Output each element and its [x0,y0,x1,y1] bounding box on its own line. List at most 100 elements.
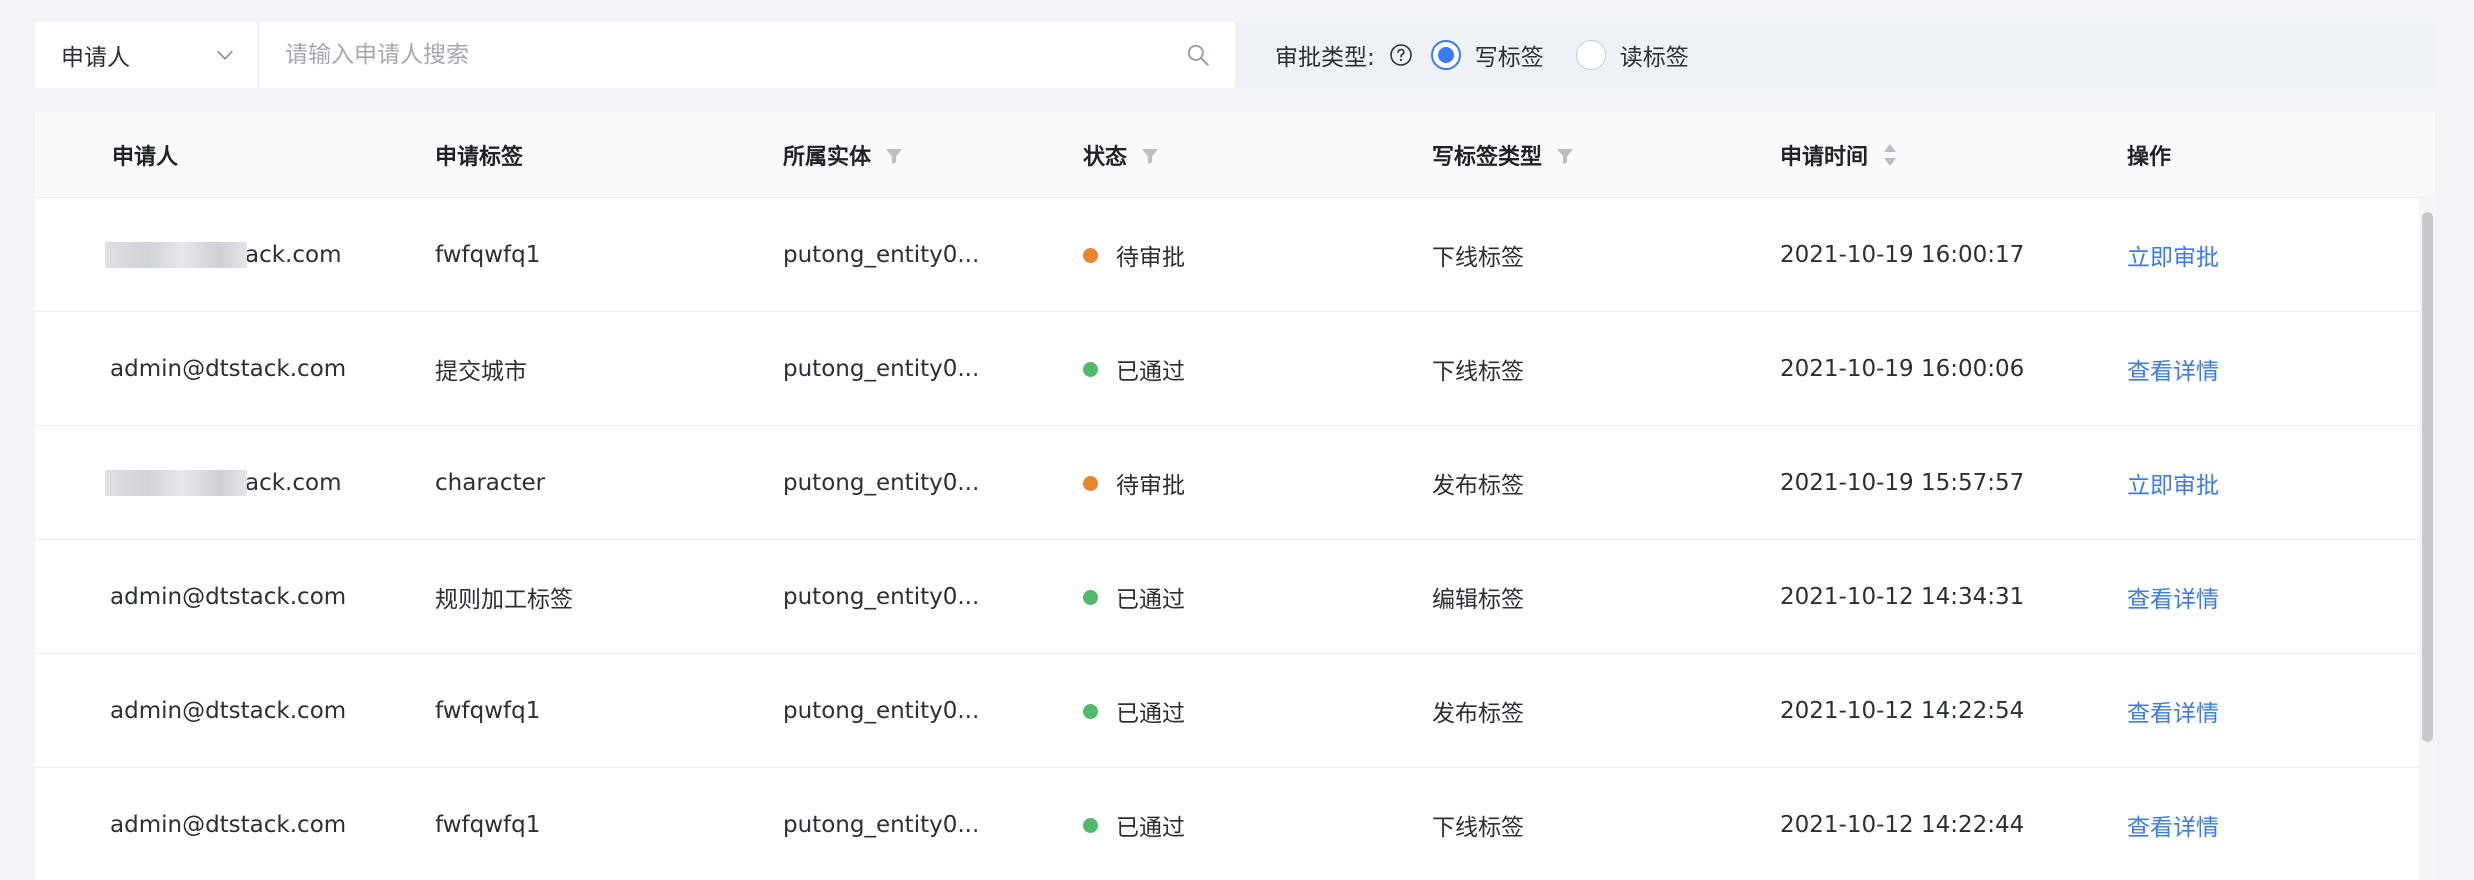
radio-write-tag-label: 写标签 [1474,45,1544,71]
cell-action: 查看详情 [2127,540,2219,654]
cell-tag-text: fwfqwfq1 [435,812,541,838]
search-icon[interactable] [1185,42,1211,68]
cell-entity-text: putong_entity0... [783,584,980,610]
cell-applicant-text: admin@dtstack.com [110,584,347,610]
status-dot [1083,475,1098,491]
status-dot [1083,817,1098,833]
cell-tag-text: 规则加工标签 [435,587,573,613]
status-badge: 待审批 [1116,245,1185,271]
filter-bar: 申请人 审批类型: 写标签 读标签 [35,22,2435,88]
view-details-link[interactable]: 查看详情 [2127,694,2219,728]
table-header: 申请人 申请标签 所属实体 状态 写标签类型 申请时间 操作 [35,112,2435,198]
cell-time: 2021-10-12 14:22:54 [1780,654,2024,768]
cell-write-type: 发布标签 [1432,426,1524,540]
cell-tag: 提交城市 [435,312,527,426]
cell-tag-text: fwfqwfq1 [435,698,541,724]
cell-write-type-text: 发布标签 [1432,473,1524,499]
status-badge: 待审批 [1116,473,1185,499]
column-header-entity: 所属实体 [783,112,903,198]
column-header-label: 申请标签 [435,145,524,170]
cell-tag: 规则加工标签 [435,540,573,654]
cell-tag-text: character [435,470,546,496]
column-header-label: 操作 [2127,145,2172,170]
cell-action: 查看详情 [2127,654,2219,768]
cell-time: 2021-10-12 14:34:31 [1780,540,2024,654]
sort-caret-icon[interactable] [1882,142,1898,168]
cell-tag-text: fwfqwfq1 [435,242,541,268]
approve-now-link[interactable]: 立即审批 [2127,238,2219,272]
cell-write-type-text: 发布标签 [1432,701,1524,727]
cell-status: 已通过 [1083,768,1185,880]
funnel-icon[interactable] [1141,146,1159,164]
column-header-label: 所属实体 [783,145,872,170]
cell-write-type: 下线标签 [1432,312,1524,426]
cell-applicant: ack.com [105,198,342,312]
status-badge: 已通过 [1116,815,1185,841]
search-input[interactable] [259,22,1185,88]
scrollbar-thumb[interactable] [2422,212,2433,742]
table-row: admin@dtstack.com fwfqwfq1 putong_entity0.… [35,654,2419,768]
column-header-tag: 申请标签 [435,112,523,198]
cell-applicant: admin@dtstack.com [110,654,346,768]
status-dot [1083,247,1098,263]
cell-entity: putong_entity0... [783,426,979,540]
cell-entity-text: putong_entity0... [783,356,980,382]
column-header-label: 状态 [1083,145,1128,170]
vertical-scrollbar[interactable] [2419,198,2435,880]
cell-write-type-text: 下线标签 [1432,359,1524,385]
cell-entity-text: putong_entity0... [783,812,980,838]
cell-tag: fwfqwfq1 [435,654,540,768]
column-header-write-type: 写标签类型 [1432,112,1574,198]
search-field-select-label: 申请人 [61,45,130,71]
radio-read-tag[interactable]: 读标签 [1575,38,1689,72]
table-row: ack.com character putong_entity0... 待审批 发布标签… [35,426,2419,540]
status-badge: 已通过 [1116,359,1185,385]
cell-time: 2021-10-12 14:22:44 [1780,768,2024,880]
table-row: admin@dtstack.com fwfqwfq1 putong_entity0.… [35,768,2419,880]
cell-tag: character [435,426,545,540]
cell-time-text: 2021-10-12 14:22:54 [1780,698,2025,724]
cell-applicant-text: ack.com [245,470,342,496]
column-header-time[interactable]: 申请时间 [1780,112,1898,198]
cell-write-type: 发布标签 [1432,654,1524,768]
cell-write-type: 下线标签 [1432,198,1524,312]
cell-tag-text: 提交城市 [435,359,527,385]
cell-applicant-text: admin@dtstack.com [110,356,347,382]
cell-write-type: 编辑标签 [1432,540,1524,654]
cell-applicant: admin@dtstack.com [110,540,346,654]
cell-time-text: 2021-10-19 16:00:17 [1780,242,2025,268]
view-details-link[interactable]: 查看详情 [2127,352,2219,386]
status-dot [1083,589,1098,605]
search-field-select[interactable]: 申请人 [35,22,259,88]
cell-write-type-text: 下线标签 [1432,245,1524,271]
question-circle-icon[interactable] [1389,43,1413,67]
cell-entity-text: putong_entity0... [783,698,980,724]
cell-entity: putong_entity0... [783,312,979,426]
column-header-label: 申请时间 [1780,145,1869,170]
cell-entity: putong_entity0... [783,654,979,768]
status-badge: 已通过 [1116,587,1185,613]
table-body: ack.com fwfqwfq1 putong_entity0... 待审批 下线标签 2… [35,198,2419,880]
radio-write-tag-circle [1430,40,1461,70]
cell-time: 2021-10-19 16:00:17 [1780,198,2024,312]
approve-now-link[interactable]: 立即审批 [2127,466,2219,500]
view-details-link[interactable]: 查看详情 [2127,580,2219,614]
cell-time-text: 2021-10-12 14:34:31 [1780,584,2025,610]
cell-action: 查看详情 [2127,768,2219,880]
cell-tag: fwfqwfq1 [435,198,540,312]
approval-table: 申请人 申请标签 所属实体 状态 写标签类型 申请时间 操作 ack.com fwfqwfq1… [35,112,2435,880]
radio-read-tag-circle [1575,40,1606,70]
cell-applicant-text: ack.com [245,242,342,268]
status-badge: 已通过 [1116,701,1185,727]
view-details-link[interactable]: 查看详情 [2127,808,2219,842]
cell-status: 已通过 [1083,654,1185,768]
funnel-icon[interactable] [1556,146,1574,164]
funnel-icon[interactable] [885,146,903,164]
cell-time-text: 2021-10-19 16:00:06 [1780,356,2025,382]
radio-write-tag[interactable]: 写标签 [1430,38,1544,72]
cell-entity: putong_entity0... [783,540,979,654]
cell-status: 待审批 [1083,198,1185,312]
cell-status: 已通过 [1083,540,1185,654]
redacted-mask [105,242,247,268]
cell-status: 待审批 [1083,426,1185,540]
